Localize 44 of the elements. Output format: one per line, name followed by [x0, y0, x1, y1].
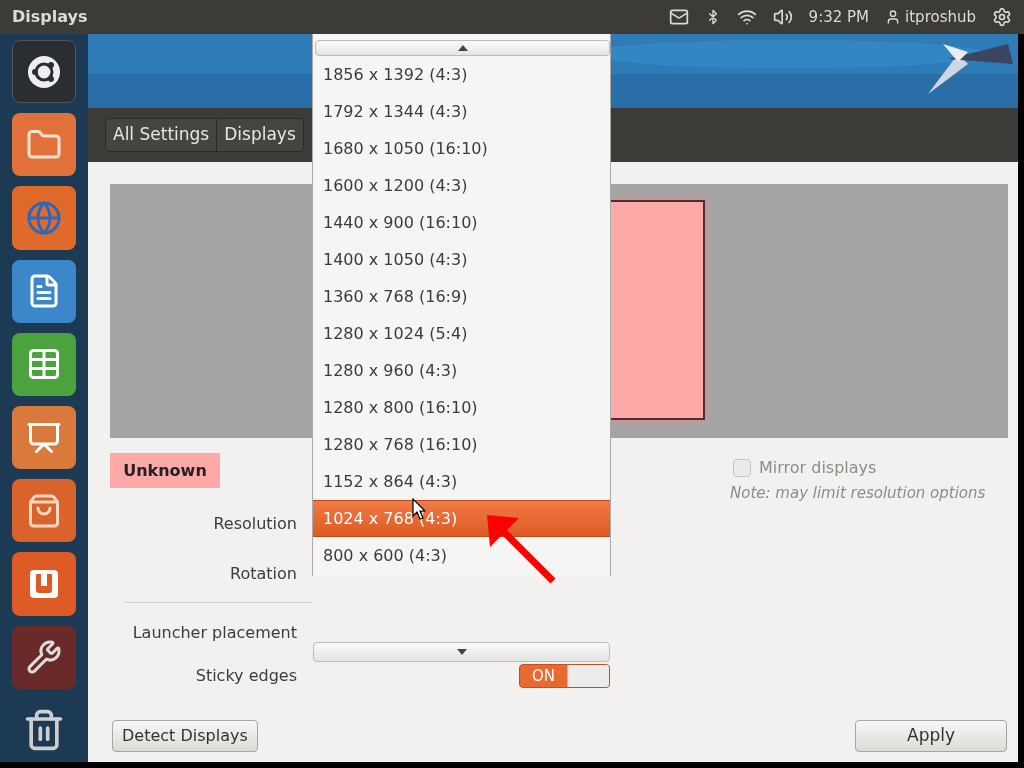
- resolution-option[interactable]: 1600 x 1200 (4:3): [313, 167, 610, 204]
- annotation-arrow: [487, 515, 557, 585]
- mirror-displays-label: Mirror displays: [759, 457, 877, 479]
- monitor-label: Unknown: [110, 453, 220, 488]
- wifi-icon[interactable]: [736, 7, 757, 27]
- launcher-button[interactable]: [12, 259, 76, 323]
- launcher-button[interactable]: [12, 40, 76, 104]
- settings-icon[interactable]: [992, 7, 1012, 27]
- mirror-note: Note: may limit resolution options: [730, 483, 987, 504]
- launcher-button[interactable]: [12, 479, 76, 543]
- rotation-label: Rotation: [229, 562, 297, 585]
- wrench-icon: [26, 639, 62, 676]
- sticky-edges-label: Sticky edges: [194, 665, 297, 687]
- launcher-button[interactable]: [12, 332, 76, 397]
- resolution-option[interactable]: 1792 x 1344 (4:3): [313, 93, 610, 130]
- resolution-option[interactable]: 1400 x 1050 (4:3): [313, 241, 610, 278]
- clock[interactable]: 9:32 PM: [808, 5, 870, 29]
- resolution-option[interactable]: 1280 x 800 (16:10): [313, 389, 610, 426]
- detect-displays-button[interactable]: Detect Displays: [112, 720, 258, 752]
- resolution-option[interactable]: 1280 x 960 (4:3): [313, 352, 610, 389]
- resolution-option[interactable]: 1680 x 1050 (16:10): [313, 130, 610, 167]
- volume-icon[interactable]: [772, 7, 793, 27]
- apply-button[interactable]: Apply: [855, 720, 1007, 752]
- resolution-option[interactable]: 1280 x 768 (16:10): [313, 426, 610, 463]
- resolution-option[interactable]: 1440 x 900 (16:10): [313, 204, 610, 241]
- launcher-button[interactable]: [12, 625, 76, 689]
- up-arrow-icon: [457, 45, 468, 51]
- resolution-option[interactable]: 1856 x 1392 (4:3): [313, 56, 610, 93]
- globe-icon: [26, 200, 62, 236]
- launcher-button[interactable]: [12, 406, 76, 470]
- resolution-option[interactable]: 1280 x 1024 (5:4): [313, 315, 610, 352]
- user-name[interactable]: itproshub: [905, 5, 976, 29]
- resolution-option[interactable]: 1360 x 768 (16:9): [313, 278, 610, 315]
- resolution-label: Resolution: [212, 513, 297, 535]
- launcher-placement-label: Launcher placement: [131, 622, 297, 644]
- breadcrumb-button[interactable]: All Settings: [106, 119, 217, 151]
- mail-icon[interactable]: [668, 7, 689, 27]
- resolution-option[interactable]: 800 x 600 (4:3): [313, 537, 610, 574]
- launcher-button[interactable]: [12, 113, 76, 177]
- bag-icon: [26, 492, 62, 529]
- breadcrumb-button[interactable]: Displays: [216, 119, 303, 151]
- window-title: Displays: [12, 6, 88, 28]
- resolution-option[interactable]: 1152 x 864 (4:3): [313, 463, 610, 500]
- down-arrow-icon: [456, 649, 467, 655]
